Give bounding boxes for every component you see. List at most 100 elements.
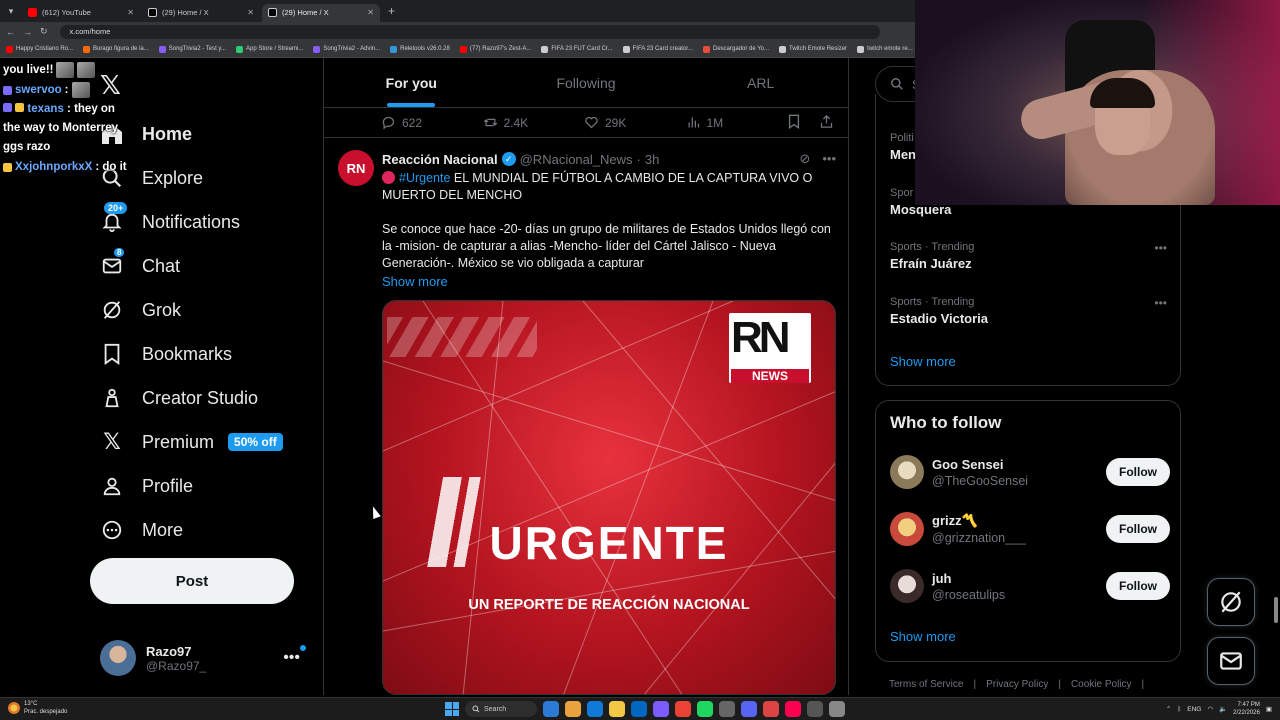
separator: | <box>973 679 977 690</box>
bookmark-item[interactable]: Reletools v26.0.28 <box>390 45 450 53</box>
views-button[interactable]: 1M <box>686 115 788 130</box>
reload-icon[interactable]: ↻ <box>40 26 48 37</box>
taskbar-app-icon[interactable] <box>697 701 713 717</box>
more-dots-icon[interactable]: ••• <box>822 151 836 167</box>
grok-icon[interactable]: ⊘ <box>799 151 810 167</box>
taskbar-app-icon[interactable] <box>565 701 581 717</box>
more-dots-icon[interactable]: ••• <box>283 645 306 667</box>
close-tab-icon[interactable]: ✕ <box>367 8 374 17</box>
tweet-media-image[interactable]: RN NEWS URGENTE UN REPORTE DE REACCIÓN N… <box>382 300 836 695</box>
taskbar-app-icon[interactable] <box>763 701 779 717</box>
tweet-avatar[interactable]: RN <box>338 150 374 186</box>
bookmark-item[interactable]: SongTrivia2 - Advin... <box>313 45 380 53</box>
follow-button[interactable]: Follow <box>1106 458 1170 486</box>
hashtag-link[interactable]: #Urgente <box>399 171 450 185</box>
trend-item[interactable]: Sports · Trending Estadio Victoria ••• <box>890 296 1175 326</box>
scrollbar-thumb[interactable] <box>1274 597 1278 623</box>
more-dots-icon[interactable]: ••• <box>1154 241 1167 255</box>
cookie-link[interactable]: Cookie Policy <box>1071 679 1132 690</box>
tweet-author-handle[interactable]: @RNacional_News <box>520 152 633 167</box>
browser-tab-active[interactable]: (29) Home / X ✕ <box>262 3 380 22</box>
taskbar-app-icon[interactable] <box>675 701 691 717</box>
bookmark-item[interactable]: Descargador de Yo... <box>702 45 769 53</box>
nav-chat[interactable]: 8 Chat <box>90 244 320 288</box>
account-switcher[interactable]: Razo97 @Razo97_ ••• <box>100 638 310 678</box>
weather-widget[interactable]: 13°C Prac. despejado <box>8 700 67 716</box>
bookmark-item[interactable]: Burago figura de la... <box>83 45 149 53</box>
bookmark-item[interactable]: (77) Razo97's Zest-A... <box>459 45 531 53</box>
follow-button[interactable]: Follow <box>1106 572 1170 600</box>
repost-button[interactable]: 2.4K <box>483 115 585 130</box>
bookmark-item[interactable]: Twitch Emote Resizer <box>779 45 847 53</box>
more-dots-icon[interactable]: ••• <box>1154 296 1167 310</box>
clock[interactable]: 7:47 PM 2/22/2026 <box>1233 701 1260 717</box>
tweet[interactable]: RN Reacción Nacional ✓ @RNacional_News ·… <box>324 138 848 695</box>
follow-suggestion[interactable]: Goo Sensei @TheGooSensei Follow <box>890 452 1170 492</box>
tab-search-icon[interactable]: ▾ <box>0 0 22 22</box>
notification-center-icon[interactable]: ▣ <box>1266 705 1272 713</box>
browser-tab[interactable]: (29) Home / X ✕ <box>142 4 260 22</box>
nav-creator-studio[interactable]: Creator Studio <box>90 376 320 420</box>
messages-floating-button[interactable] <box>1207 637 1255 685</box>
tab-following[interactable]: Following <box>499 58 674 107</box>
bookmark-item[interactable]: twitch emote re... <box>857 45 913 53</box>
taskbar-app-icon[interactable] <box>653 701 669 717</box>
taskbar-app-icon[interactable] <box>785 701 801 717</box>
taskbar-app-icon[interactable] <box>609 701 625 717</box>
privacy-link[interactable]: Privacy Policy <box>986 679 1048 690</box>
grok-floating-button[interactable] <box>1207 578 1255 626</box>
tweet-timestamp[interactable]: 3h <box>645 152 659 167</box>
bookmark-item[interactable]: App Store / Streami... <box>235 45 303 53</box>
bookmark-icon[interactable] <box>787 114 801 132</box>
nav-premium[interactable]: 𝕏 Premium 50% off <box>90 420 320 464</box>
nav-label: Explore <box>142 167 204 188</box>
taskbar-app-icon[interactable] <box>719 701 735 717</box>
nav-profile[interactable]: Profile <box>90 464 320 508</box>
volume-icon[interactable]: 🔈 <box>1219 705 1227 713</box>
suggestion-name: grizz〽️ <box>932 513 978 528</box>
taskbar-app-icon[interactable] <box>829 701 845 717</box>
close-tab-icon[interactable]: ✕ <box>247 8 254 17</box>
close-tab-icon[interactable]: ✕ <box>127 8 134 17</box>
nav-notifications[interactable]: 20+ Notifications <box>90 200 320 244</box>
who-to-follow-show-more-link[interactable]: Show more <box>890 629 956 644</box>
taskbar-app-icon[interactable] <box>741 701 757 717</box>
forward-icon[interactable]: → <box>23 27 32 37</box>
nav-bookmarks[interactable]: Bookmarks <box>90 332 320 376</box>
follow-suggestion[interactable]: juh @roseatulips Follow <box>890 566 1170 606</box>
follow-suggestion[interactable]: grizz〽️ @grizznation___ Follow <box>890 509 1170 549</box>
new-tab-icon[interactable]: + <box>388 4 395 18</box>
taskbar-search[interactable]: Search <box>465 701 537 717</box>
trend-item[interactable]: Sports · Trending Efraín Juárez ••• <box>890 241 1175 271</box>
bookmark-item[interactable]: Happy Cristiano Ro... <box>6 45 73 53</box>
tab-arl[interactable]: ARL <box>673 58 848 107</box>
language-indicator[interactable]: ENG <box>1187 706 1201 713</box>
url-field[interactable]: x.com/home <box>59 24 880 39</box>
taskbar-app-icon[interactable] <box>807 701 823 717</box>
browser-tab[interactable]: (612) YouTube ✕ <box>22 4 140 22</box>
bookmark-item[interactable]: FIFA 23 Card creator... <box>622 45 693 53</box>
windows-start-icon[interactable] <box>445 702 459 716</box>
reply-button[interactable]: 622 <box>381 115 483 130</box>
post-button[interactable]: Post <box>90 558 294 604</box>
show-more-link[interactable]: Show more <box>382 273 836 290</box>
tweet-author-name[interactable]: Reacción Nacional <box>382 152 498 167</box>
like-button[interactable]: 29K <box>584 115 686 130</box>
taskbar-app-icon[interactable] <box>543 701 559 717</box>
trends-show-more-link[interactable]: Show more <box>890 354 956 369</box>
taskbar-app-icon[interactable] <box>587 701 603 717</box>
follow-button[interactable]: Follow <box>1106 515 1170 543</box>
terms-link[interactable]: Terms of Service <box>889 679 963 690</box>
nav-grok[interactable]: Grok <box>90 288 320 332</box>
bell-icon: 20+ <box>100 202 128 234</box>
bookmark-item[interactable]: SongTrivia2 - Test y... <box>158 45 226 53</box>
bookmark-item[interactable]: FIFA 23 FUT Card Cr... <box>541 45 613 53</box>
nav-more[interactable]: More <box>90 508 320 552</box>
back-icon[interactable]: ← <box>6 27 15 37</box>
wifi-icon[interactable]: ◠ <box>1207 705 1213 713</box>
share-icon[interactable] <box>819 114 834 132</box>
taskbar-app-icon[interactable] <box>631 701 647 717</box>
bluetooth-icon[interactable]: ᛒ <box>1177 706 1181 713</box>
tab-for-you[interactable]: For you <box>324 58 499 107</box>
chevron-up-icon[interactable]: ⌃ <box>1166 705 1171 713</box>
